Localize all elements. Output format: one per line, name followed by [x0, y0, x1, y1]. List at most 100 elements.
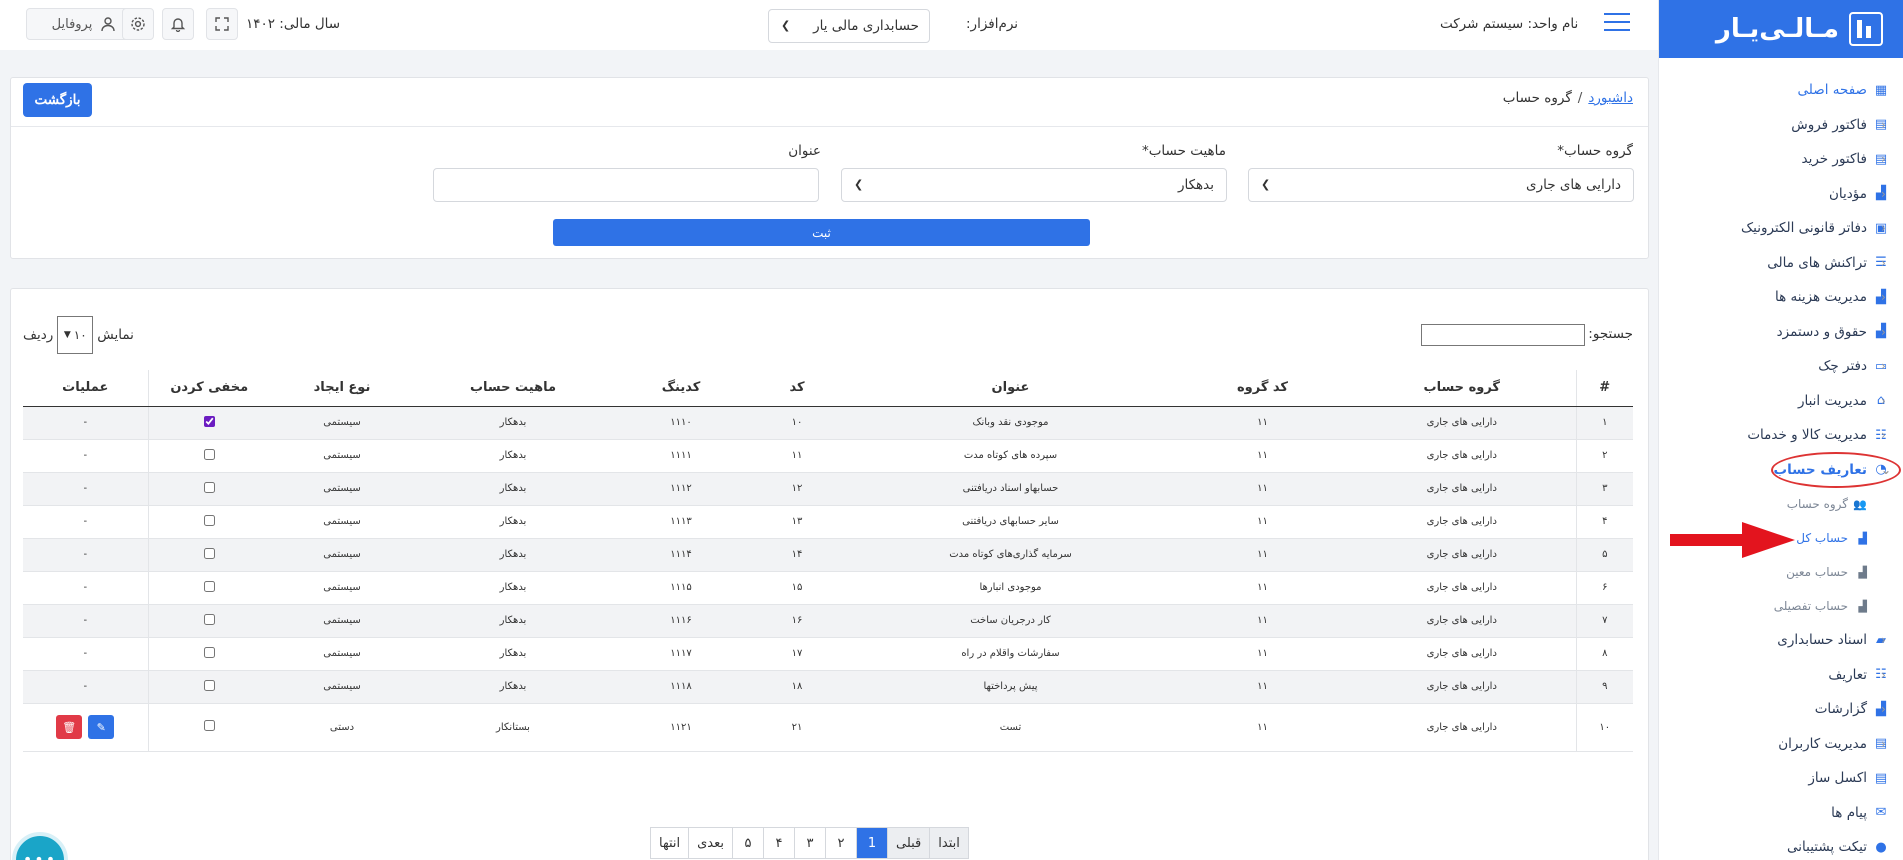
cell-num: ۱: [1575, 406, 1633, 440]
chevron-left-icon: ‹: [1881, 359, 1886, 374]
sidebar-item[interactable]: ▤ فاکتور خرید ‹: [1659, 142, 1903, 177]
page-first-button[interactable]: ابتدا: [929, 828, 968, 858]
sidebar-subitem[interactable]: ▟ حساب معین: [1659, 555, 1903, 589]
sidebar-item-label: تعاریف: [1828, 666, 1867, 683]
sidebar-item-label: مدیریت هزینه ها: [1775, 289, 1867, 306]
hide-checkbox[interactable]: [203, 679, 215, 691]
cell-title: موجودی نقد وبانک: [844, 406, 1177, 440]
sidebar-item-label: اکسل ساز: [1808, 770, 1867, 787]
hide-checkbox[interactable]: [203, 448, 215, 460]
sidebar-item[interactable]: ▤ مدیریت کاربران ‹: [1659, 727, 1903, 762]
page-next-button[interactable]: بعدی: [688, 828, 732, 858]
cell-ops: -: [23, 439, 149, 473]
col-creation-header[interactable]: نوع ایجاد: [270, 370, 414, 407]
col-coding-header[interactable]: کدینگ: [612, 370, 750, 407]
sidebar-item[interactable]: ▦ صفحه اصلی: [1659, 73, 1903, 108]
page-number-button[interactable]: 1: [856, 828, 887, 858]
hide-checkbox[interactable]: [203, 415, 215, 427]
cell-hidden: [148, 571, 270, 605]
col-group-code-header[interactable]: کد گروه: [1177, 370, 1348, 407]
table-row: ۳ دارایی های جاری ۱۱ حسابهاو اسناد دریافتنی…: [23, 472, 1633, 506]
sidebar-subitem[interactable]: 👥 گروه حساب: [1659, 487, 1903, 521]
sidebar-item[interactable]: ▭ دفتر چک ‹: [1659, 349, 1903, 384]
col-nature-header[interactable]: ماهیت حساب: [414, 370, 612, 407]
cell-creation: سیستمی: [270, 670, 414, 704]
sidebar-subitem[interactable]: ▟ حساب کل: [1659, 521, 1903, 555]
cell-nature: بدهکار: [414, 571, 612, 605]
hide-checkbox[interactable]: [203, 514, 215, 526]
page-number-button[interactable]: ۵: [732, 828, 763, 858]
cell-group_code: ۱۱: [1177, 571, 1348, 605]
cell-group: دارایی های جاری: [1348, 505, 1576, 539]
nature-select[interactable]: بدهکار ❯: [841, 168, 1227, 202]
page-last-button[interactable]: انتها: [651, 828, 688, 858]
sidebar-item[interactable]: ▰ اسناد حسابداری ‹: [1659, 623, 1903, 658]
sidebar-item[interactable]: ☷ مدیریت کالا و خدمات ‹: [1659, 418, 1903, 453]
cell-coding: ۱۱۱۱: [612, 439, 750, 473]
sidebar-item-label: پیام ها: [1831, 804, 1867, 821]
col-code-header[interactable]: کد: [750, 370, 844, 407]
chevron-down-icon: ❯: [854, 178, 864, 191]
edit-icon: ✎: [96, 720, 106, 734]
sidebar-item-label: فاکتور فروش: [1791, 116, 1867, 133]
title-input[interactable]: [433, 168, 819, 202]
chevron-left-icon: ‹: [1881, 152, 1886, 167]
cell-nature: بدهکار: [414, 604, 612, 638]
menu-toggle-icon[interactable]: [1604, 13, 1630, 33]
hide-checkbox[interactable]: [203, 613, 215, 625]
table-panel: جستجو: نمایش ۱۰ ▼ ردیف # گروه حساب کد گروه…: [10, 288, 1649, 860]
group-label: گروه حساب*: [1557, 143, 1633, 159]
breadcrumb-home-link[interactable]: داشبورد: [1588, 90, 1633, 106]
page-number-button[interactable]: ۳: [794, 828, 825, 858]
hide-checkbox[interactable]: [203, 720, 215, 731]
sidebar-item[interactable]: ▣ دفاتر قانونی الکترونیک ‹: [1659, 211, 1903, 246]
hide-checkbox[interactable]: [203, 481, 215, 493]
hide-checkbox[interactable]: [203, 580, 215, 592]
cell-ops: -: [23, 604, 149, 638]
sidebar-item[interactable]: ▟ حقوق و دستمزد ‹: [1659, 315, 1903, 350]
page-prev-button[interactable]: قبلی: [887, 828, 930, 858]
search-input[interactable]: [1421, 324, 1585, 346]
sidebar-item[interactable]: ▟ مؤدیان ‹: [1659, 177, 1903, 212]
chart-icon: ▟: [1858, 599, 1867, 613]
hide-checkbox[interactable]: [203, 646, 215, 658]
sidebar-item[interactable]: ▟ گزارشات ‹: [1659, 692, 1903, 727]
sidebar-subitem-label: حساب تفصیلی: [1773, 599, 1848, 613]
table-row: ۱ دارایی های جاری ۱۱ موجودی نقد وبانک ۱۰ ۱۱۱۰…: [23, 406, 1633, 440]
page-number-button[interactable]: ۲: [825, 828, 856, 858]
sidebar-item[interactable]: ◔ تعاریف حساب ⌄: [1659, 453, 1903, 488]
sidebar-item[interactable]: ☷ تعاریف ‹: [1659, 658, 1903, 693]
delete-button[interactable]: 🗑: [56, 715, 83, 739]
software-select[interactable]: حسابداری مالی یار ❯: [768, 9, 930, 43]
page-length-select[interactable]: ۱۰ ▼: [57, 316, 94, 354]
fullscreen-button[interactable]: [206, 8, 238, 40]
submit-button[interactable]: ثبت: [553, 219, 1090, 246]
grid-icon: ▦: [1874, 82, 1888, 98]
sidebar-item-label: تراکنش های مالی: [1767, 254, 1867, 271]
cell-coding: ۱۱۱۳: [612, 505, 750, 539]
notifications-button[interactable]: [162, 8, 194, 40]
sidebar-item[interactable]: ✉ پیام ها: [1659, 796, 1903, 831]
col-group-header[interactable]: گروه حساب: [1348, 370, 1576, 407]
page-number-button[interactable]: ۴: [763, 828, 794, 858]
group-select[interactable]: دارایی های جاری ❯: [1248, 168, 1634, 202]
user-icon: [101, 17, 116, 32]
sidebar-item[interactable]: ☰ تراکنش های مالی ‹: [1659, 246, 1903, 281]
sidebar-item-label: فاکتور خرید: [1801, 151, 1868, 168]
sidebar-item-label: مدیریت انبار: [1797, 392, 1867, 409]
settings-button[interactable]: [122, 8, 154, 40]
sidebar-item[interactable]: ▤ اکسل ساز: [1659, 761, 1903, 796]
cell-group: دارایی های جاری: [1348, 472, 1576, 506]
edit-button[interactable]: ✎: [88, 715, 115, 739]
sidebar-item[interactable]: ▤ فاکتور فروش ‹: [1659, 108, 1903, 143]
chevron-left-icon: ‹: [1881, 290, 1886, 305]
chevron-left-icon: ‹: [1881, 255, 1886, 270]
sidebar-item[interactable]: ● تیکت پشتیبانی: [1659, 830, 1903, 860]
sidebar-subitem[interactable]: ▟ حساب تفصیلی: [1659, 589, 1903, 623]
back-button[interactable]: بازگشت: [23, 83, 92, 117]
sidebar-item[interactable]: ▟ مدیریت هزینه ها ‹: [1659, 280, 1903, 315]
hide-checkbox[interactable]: [203, 547, 215, 559]
cell-code: ۱۳: [750, 505, 844, 539]
col-title-header[interactable]: عنوان: [844, 370, 1177, 407]
sidebar-item[interactable]: ⌂ مدیریت انبار ‹: [1659, 384, 1903, 419]
